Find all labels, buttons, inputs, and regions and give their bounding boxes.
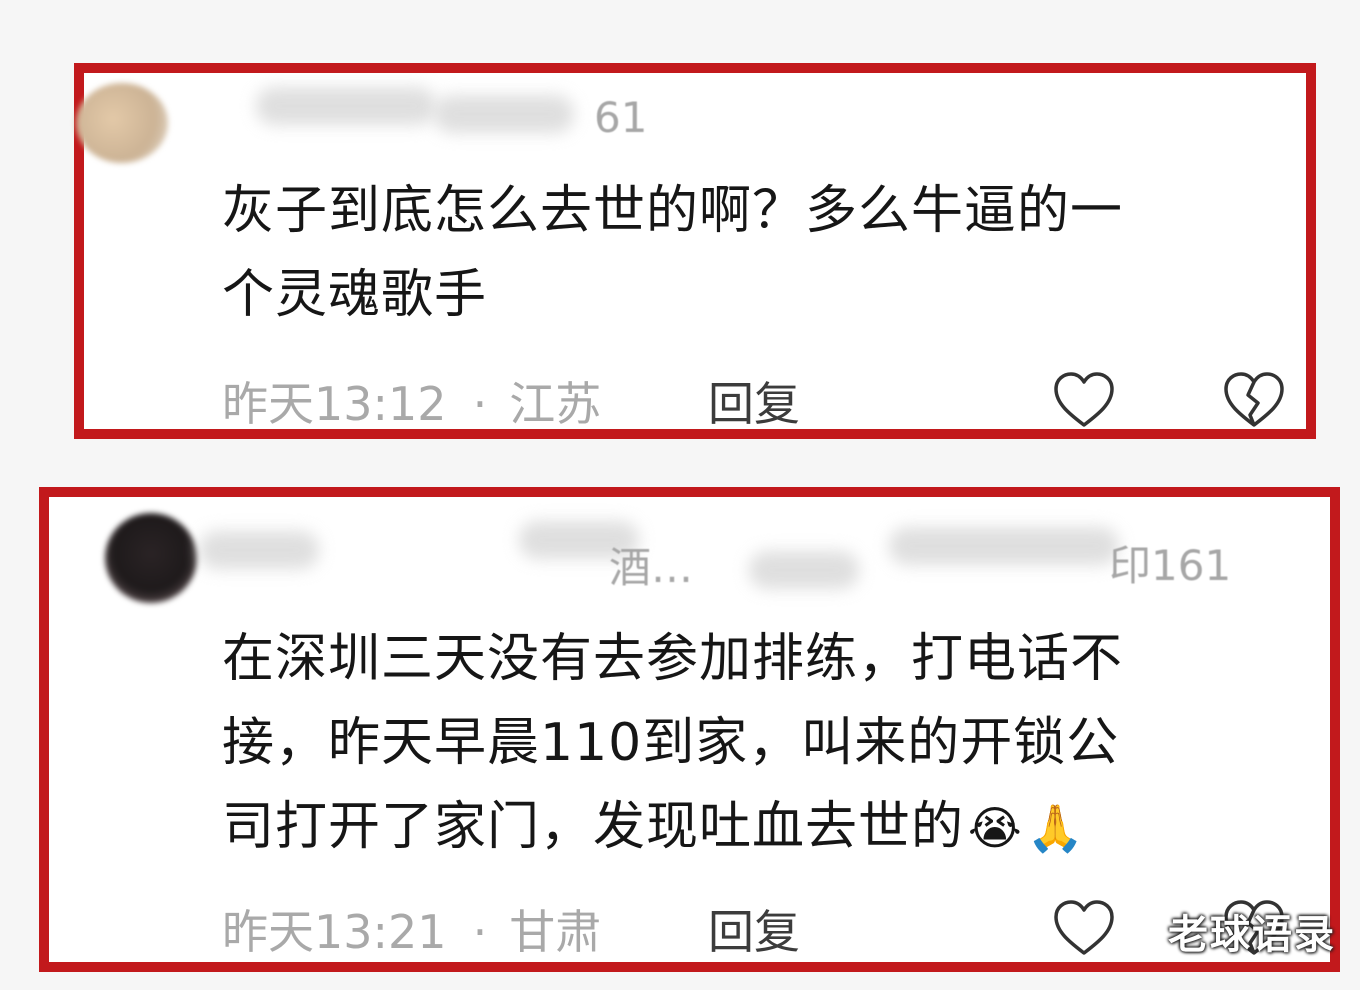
comment-text: 在深圳三天没有去参加排练，打电话不 接，昨天早晨110到家，叫来的开锁公 司打开… xyxy=(222,617,1123,870)
comment-text: 灰子到底怎么去世的啊？多么牛逼的一 个灵魂歌手 xyxy=(222,169,1123,337)
username-redacted xyxy=(749,551,859,589)
avatar[interactable] xyxy=(105,513,197,603)
username-redacted xyxy=(256,87,436,125)
reply-button[interactable]: 回复 xyxy=(708,909,800,955)
comment-time: 昨天13:12 xyxy=(222,377,447,431)
comment-card-highlighted: 酒… 印161 在深圳三天没有去参加排练，打电话不 接，昨天早晨110到家，叫来… xyxy=(39,487,1340,972)
comment-line: 个灵魂歌手 xyxy=(222,265,488,325)
comment-location: 甘肃 xyxy=(509,905,602,959)
comment-line: 灰子到底怎么去世的啊？多么牛逼的一 xyxy=(222,181,1124,241)
username-fragment: 酒… xyxy=(609,543,694,592)
comment-meta: 昨天13:12 · 江苏 xyxy=(222,381,601,427)
heart-outline-icon[interactable] xyxy=(1051,897,1117,959)
username-redacted xyxy=(199,531,319,569)
username-redacted xyxy=(434,95,574,133)
comment-meta: 昨天13:21 · 甘肃 xyxy=(222,909,601,955)
heart-outline-icon[interactable] xyxy=(1051,369,1117,431)
comment-line: 接，昨天早晨110到家，叫来的开锁公 xyxy=(222,713,1120,773)
reply-button[interactable]: 回复 xyxy=(708,381,800,427)
comment-line: 在深圳三天没有去参加排练，打电话不 xyxy=(222,629,1124,689)
username-fragment: 印161 xyxy=(1109,541,1232,590)
username-redacted xyxy=(889,527,1119,565)
broken-heart-icon[interactable] xyxy=(1221,369,1287,431)
folded-hands-emoji: 🙏 xyxy=(1026,801,1086,855)
comment-line: 司打开了家门，发现吐血去世的 xyxy=(222,797,965,857)
meta-separator: · xyxy=(472,905,488,959)
watermark: 老球语录 xyxy=(1168,912,1336,958)
avatar[interactable] xyxy=(76,83,168,163)
comment-time: 昨天13:21 xyxy=(222,905,447,959)
comment-card-highlighted: 61 灰子到底怎么去世的啊？多么牛逼的一 个灵魂歌手 昨天13:12 · 江苏 … xyxy=(74,63,1316,439)
username-fragment: 61 xyxy=(594,93,648,142)
crying-face-emoji: 😭 xyxy=(968,801,1023,855)
comment-location: 江苏 xyxy=(509,377,602,431)
meta-separator: · xyxy=(472,377,488,431)
